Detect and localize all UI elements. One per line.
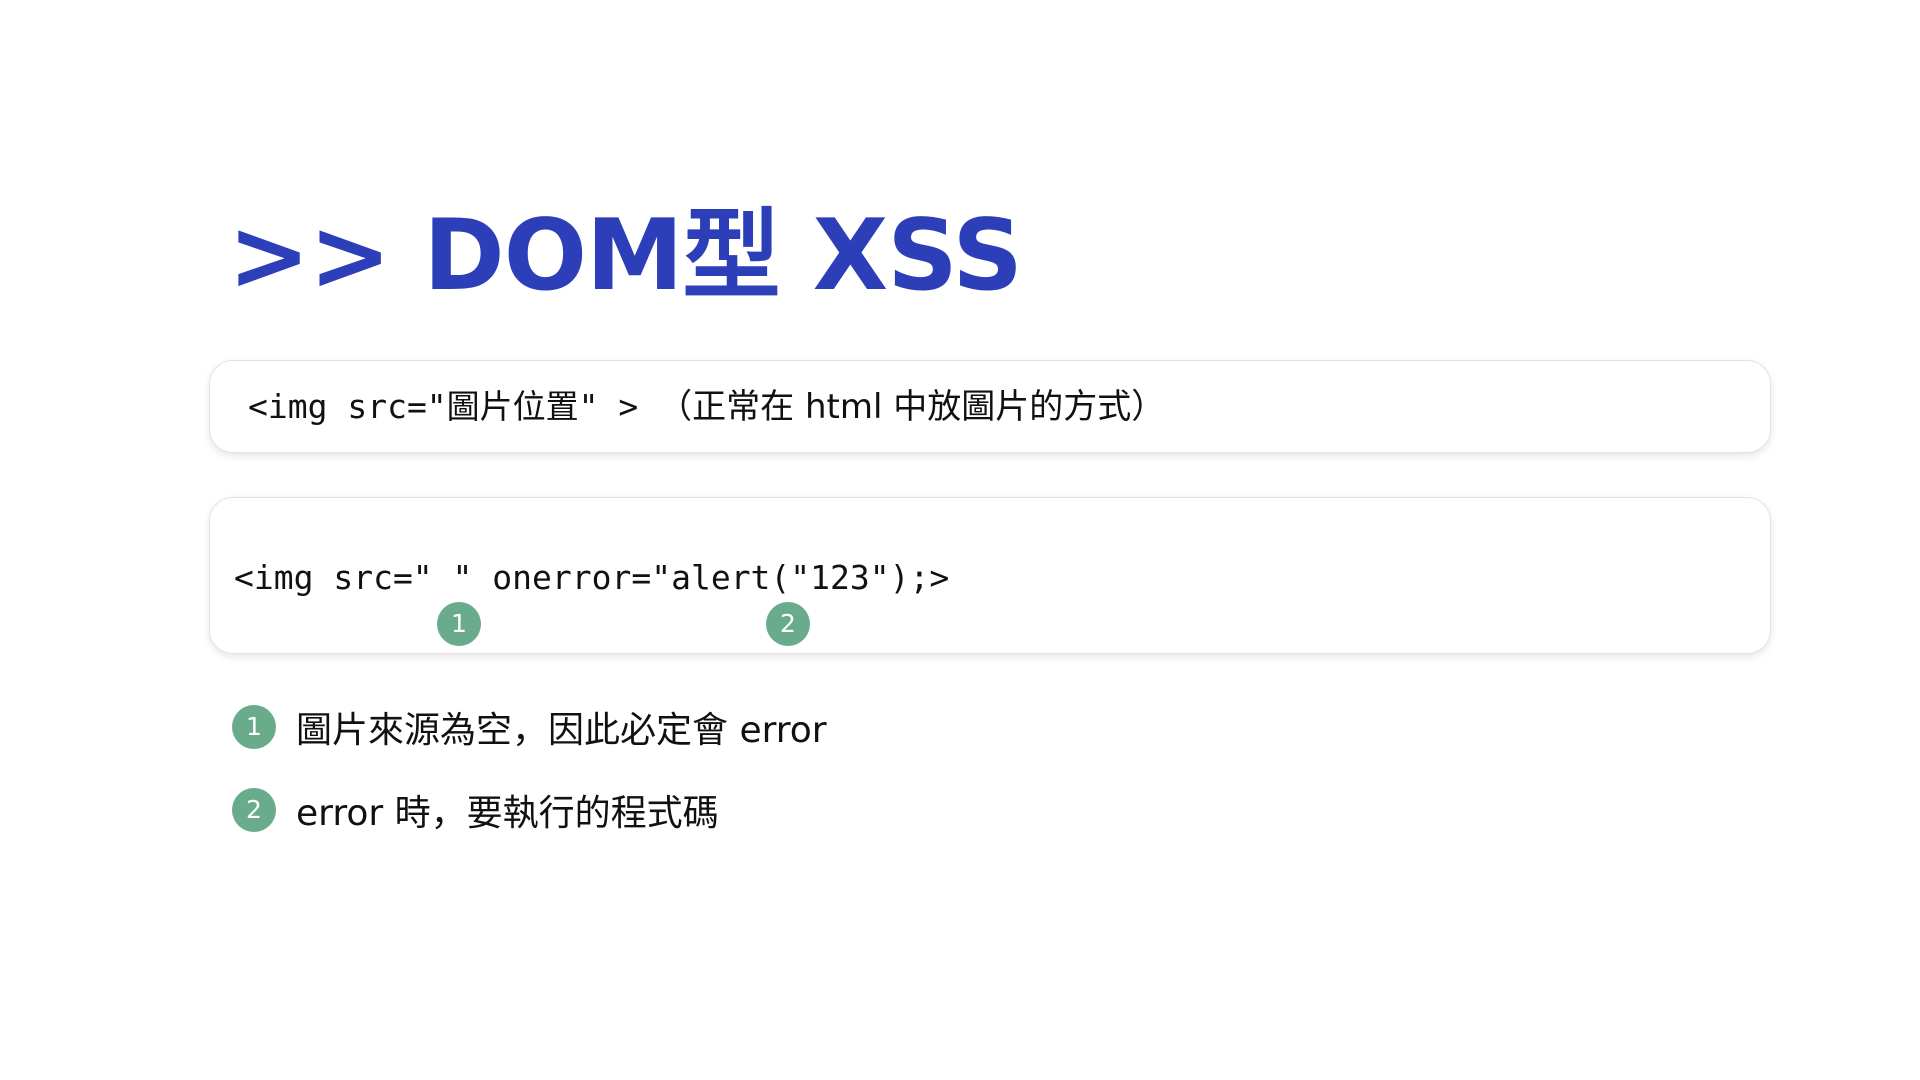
example-code-line: <img src="圖片位置" > （正常在 html 中放圖片的方式）: [248, 385, 1165, 429]
payload-code-line: <img src=" " onerror="alert("123");>: [234, 556, 949, 600]
example-code-card: <img src="圖片位置" > （正常在 html 中放圖片的方式）: [209, 360, 1771, 453]
note-1-badge: 1: [232, 705, 276, 749]
payload-code: <img src=" " onerror="alert("123");>: [234, 558, 950, 597]
payload-code-card: <img src=" " onerror="alert("123");> 1 2: [209, 497, 1771, 654]
note-item-1: 1 圖片來源為空，因此必定會 error: [232, 704, 827, 751]
note-2-badge: 2: [232, 788, 276, 832]
note-2-text: error 時，要執行的程式碼: [296, 793, 719, 834]
marker-1-badge: 1: [437, 602, 481, 646]
slide-title: >> DOM型 XSS: [228, 199, 1023, 313]
note-item-2: 2 error 時，要執行的程式碼: [232, 787, 719, 834]
example-comment: （正常在 html 中放圖片的方式）: [658, 387, 1166, 427]
marker-2-badge: 2: [766, 602, 810, 646]
note-1-text: 圖片來源為空，因此必定會 error: [296, 710, 827, 751]
example-code: <img src="圖片位置" >: [248, 387, 659, 426]
